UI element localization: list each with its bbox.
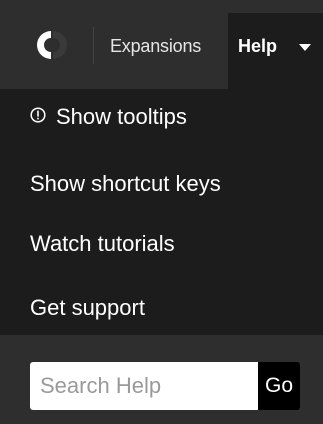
menu-item-show-shortcut-keys[interactable]: Show shortcut keys (30, 171, 221, 197)
help-dropdown-menu: Show tooltips Show shortcut keys Watch t… (0, 89, 323, 335)
nav-help-dropdown-toggle[interactable]: Help (228, 13, 323, 89)
menu-item-watch-tutorials[interactable]: Watch tutorials (30, 231, 175, 257)
info-circle-icon (30, 103, 46, 123)
nav-divider (93, 27, 94, 64)
menu-item-label: Watch tutorials (30, 231, 175, 256)
menu-item-show-tooltips[interactable]: Show tooltips (30, 103, 187, 130)
top-nav-bar: Expansions Help (0, 0, 323, 89)
app-logo-icon[interactable] (30, 28, 72, 62)
help-search-bar: Go (0, 335, 323, 424)
menu-item-label: Get support (30, 295, 145, 320)
nav-expansions-link[interactable]: Expansions (110, 36, 201, 57)
menu-item-label: Show tooltips (56, 104, 187, 129)
menu-item-label: Show shortcut keys (30, 171, 221, 196)
nav-help-label: Help (238, 36, 278, 56)
search-help-input[interactable] (30, 362, 258, 410)
menu-item-get-support[interactable]: Get support (30, 295, 145, 321)
go-button[interactable]: Go (258, 362, 300, 410)
help-menu-screen: Expansions Help Show tooltips Show short… (0, 0, 323, 424)
caret-down-icon (299, 44, 311, 51)
